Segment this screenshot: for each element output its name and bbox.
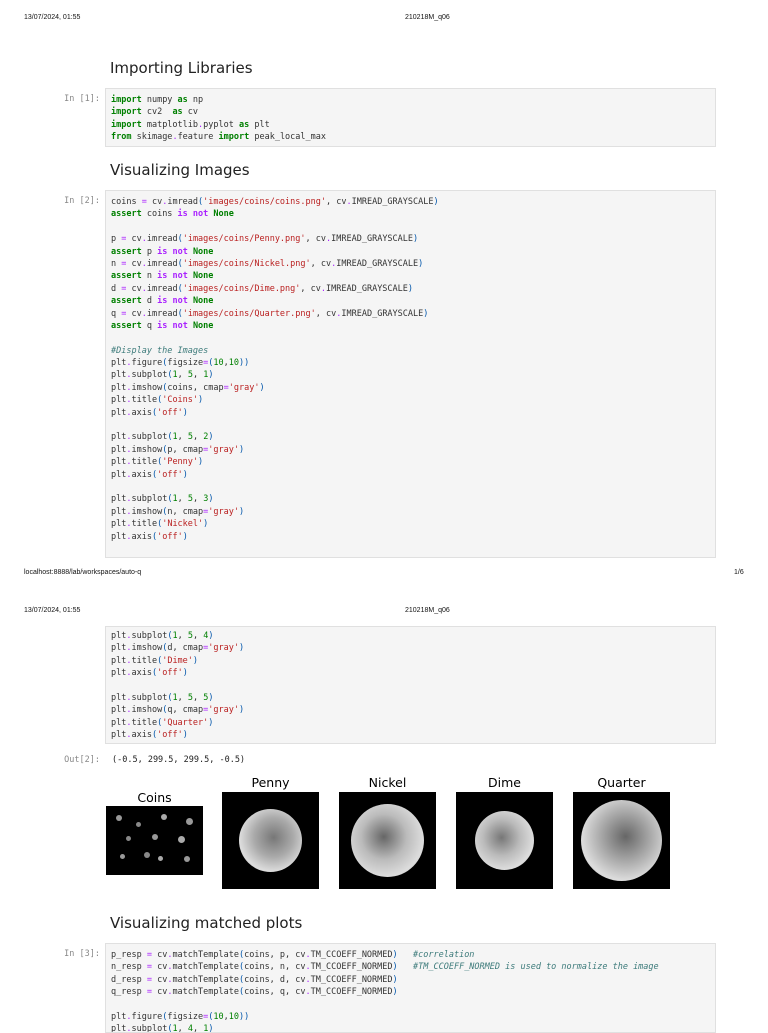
figure-dime-image [456,792,553,889]
code-line: plt.subplot(1, 5, 4) [111,631,214,641]
print-header-title: 210218M_q06 [405,607,450,614]
code-line: plt.imshow(coins, cmap='gray') [111,382,265,393]
code-line: plt.imshow(q, cmap='gray') [111,705,245,716]
output-prompt: Out[2]: [64,755,100,765]
print-header-title: 210218M_q06 [405,14,450,21]
print-footer-page: 1/6 [734,569,744,576]
code-line: n_resp = cv.matchTemplate(coins, n, cv.T… [111,962,659,973]
figure-title-nickel: Nickel [368,775,407,790]
figure-title-penny: Penny [251,775,290,790]
print-header-date: 13/07/2024, 01:55 [24,607,81,614]
code-line: plt.axis('off') [111,407,188,418]
code-line: plt.title('Dime') [111,655,199,666]
figure-coins-image [106,806,203,875]
cell-prompt: In [3]: [64,949,100,959]
code-line: plt.axis('off') [111,668,188,679]
cell-prompt: In [1]: [64,94,100,104]
code-line: plt.figure(figsize=(10,10)) [111,1011,250,1022]
code-line: plt.title('Nickel') [111,519,209,530]
code-line: plt.subplot(1, 5, 5) [111,692,214,703]
code-block: p_resp = cv.matchTemplate(coins, p, cv.T… [111,949,715,1033]
code-block: import numpy as np import cv2 as cv import… [111,94,715,144]
code-line: d = cv.imread('images/coins/Dime.png', c… [111,283,414,294]
code-line: plt.axis('off') [111,531,188,542]
code-line: assert p is not None [111,246,214,257]
code-line: p_resp = cv.matchTemplate(coins, p, cv.T… [111,950,475,960]
print-footer-url: localhost:8888/lab/workspaces/auto-q [24,569,142,576]
figure-nickel-image [339,792,436,889]
code-cell-1[interactable]: import numpy as np import cv2 as cv import… [105,88,716,147]
code-line: plt.subplot(1, 5, 1) [111,370,214,381]
code-cell-2[interactable]: coins = cv.imread('images/coins/coins.pn… [105,190,716,558]
code-line: assert n is not None [111,271,214,282]
heading-visualizing-images: Visualizing Images [110,161,250,179]
code-block: coins = cv.imread('images/coins/coins.pn… [111,196,715,543]
code-line: import matplotlib.pyplot as plt [111,119,270,130]
code-line: plt.title('Quarter') [111,717,214,728]
code-line: coins = cv.imread('images/coins/coins.pn… [111,197,439,207]
code-line: plt.imshow(p, cmap='gray') [111,444,245,455]
code-line: plt.subplot(1, 4, 1) [111,1024,214,1033]
code-line: plt.imshow(n, cmap='gray') [111,506,245,517]
code-line: import cv2 as cv [111,107,199,118]
code-line: #Display the Images [111,345,209,356]
code-line: assert q is not None [111,320,214,331]
code-line: plt.axis('off') [111,469,188,480]
code-line: q = cv.imread('images/coins/Quarter.png'… [111,308,429,319]
figure-title-quarter: Quarter [597,775,646,790]
code-line: d_resp = cv.matchTemplate(coins, d, cv.T… [111,974,398,985]
heading-importing-libraries: Importing Libraries [110,59,253,77]
figure-penny-image [222,792,319,889]
print-header-date: 13/07/2024, 01:55 [24,14,81,21]
figure-title-dime: Dime [488,775,521,790]
figure-title-coins: Coins [137,790,172,805]
code-line: plt.title('Penny') [111,457,204,468]
code-line: n = cv.imread('images/coins/Nickel.png',… [111,258,424,269]
code-cell-3[interactable]: p_resp = cv.matchTemplate(coins, p, cv.T… [105,943,716,1033]
code-line: from skimage.feature import peak_local_m… [111,132,326,143]
cell-prompt: In [2]: [64,196,100,206]
code-line: assert d is not None [111,296,214,307]
code-line: assert coins is not None [111,209,234,220]
code-line: p = cv.imread('images/coins/Penny.png', … [111,234,419,245]
code-cell-2-continued[interactable]: plt.subplot(1, 5, 4) plt.imshow(d, cmap='… [105,626,716,744]
code-line: plt.figure(figsize=(10,10)) [111,358,250,369]
code-line: plt.title('Coins') [111,395,204,406]
code-line: q_resp = cv.matchTemplate(coins, q, cv.T… [111,987,398,998]
code-line: plt.axis('off') [111,730,188,741]
output-text: (-0.5, 299.5, 299.5, -0.5) [112,755,246,765]
code-line: plt.subplot(1, 5, 3) [111,494,214,505]
code-line: plt.imshow(d, cmap='gray') [111,643,245,654]
code-block: plt.subplot(1, 5, 4) plt.imshow(d, cmap='… [111,630,715,742]
code-line: plt.subplot(1, 5, 2) [111,432,214,443]
code-line: import numpy as np [111,95,204,105]
heading-visualizing-matched-plots: Visualizing matched plots [110,914,303,932]
figure-quarter-image [573,792,670,889]
